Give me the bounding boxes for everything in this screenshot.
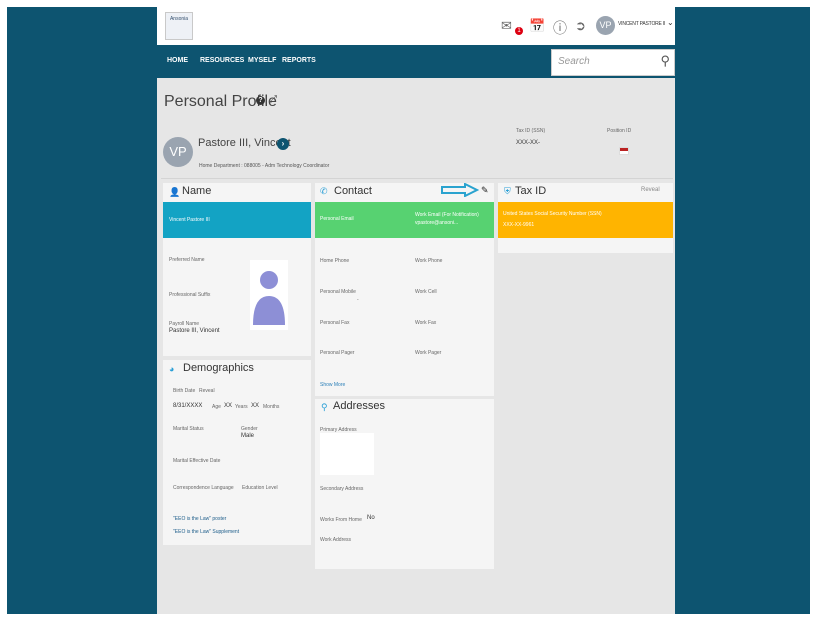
logo-text: Ansonia	[169, 16, 189, 22]
professional-suffix-label: Professional Suffix	[169, 292, 211, 298]
user-name[interactable]: VINCENT PASTORE II	[618, 21, 665, 27]
shield-icon: ⛨	[504, 186, 511, 196]
arrow-annotation-icon	[441, 183, 479, 197]
contact-band: Personal Email Work Email (For Notificat…	[315, 202, 494, 238]
search-input[interactable]: Search	[558, 56, 590, 67]
calendar-icon[interactable]: 📅	[529, 18, 545, 34]
phone-icon: ✆	[320, 186, 328, 196]
nav-resources[interactable]: RESOURCES	[200, 57, 244, 64]
works-from-home-value: No	[367, 515, 375, 521]
personal-email-label: Personal Email	[320, 216, 354, 222]
home-phone-label: Home Phone	[320, 258, 350, 264]
location-pin-icon: ⚲	[321, 402, 328, 412]
payroll-name-label: Payroll Name	[169, 321, 200, 327]
payroll-name-value: Pastore III, Vincent	[169, 328, 220, 334]
birth-date-label: Birth Date	[173, 388, 196, 394]
search-icon[interactable]: ⚲	[660, 53, 670, 69]
help-circle-icon[interactable]: ?	[256, 96, 265, 105]
nav-reports[interactable]: REPORTS	[282, 57, 316, 64]
work-address-label: Work Address	[320, 537, 352, 543]
search-box[interactable]: Search ⚲	[551, 49, 675, 76]
expand-icon[interactable]: ⤢	[269, 94, 277, 105]
flag-icon	[619, 147, 629, 155]
app-window: Ansonia ✉ 1 📅 ⓘ ➲ VP VINCENT PASTORE II …	[157, 7, 675, 614]
work-pager-label: Work Pager	[415, 350, 442, 356]
ssn-value: XXX-XX-9961	[503, 222, 535, 228]
marital-effective-label: Marital Effective Date	[173, 458, 221, 464]
contact-title: Contact	[334, 185, 372, 197]
ssn-label: United States Social Security Number (SS…	[503, 211, 602, 217]
secondary-address-label: Secondary Address	[320, 486, 364, 492]
help-icon[interactable]: ⓘ	[553, 18, 567, 38]
full-name: Vincent Pastore III	[169, 217, 210, 223]
chevron-down-icon[interactable]: ⌄	[667, 18, 674, 27]
position-id-label: Position ID	[607, 128, 632, 134]
age-months-value: XX	[251, 403, 260, 409]
gender-label: Gender	[241, 426, 258, 432]
addresses-card	[315, 399, 494, 569]
person-photo-placeholder	[250, 260, 288, 330]
months-label: Months	[263, 404, 280, 410]
works-from-home-label: Works From Home	[320, 517, 362, 523]
tax-band: United States Social Security Number (SS…	[498, 202, 673, 238]
age-label: Age	[212, 404, 221, 410]
eeo-supplement-link[interactable]: "EEO is the Law" Supplement	[173, 529, 239, 535]
chevron-right-icon[interactable]: ›	[277, 138, 289, 150]
personal-pager-label: Personal Pager	[320, 350, 355, 356]
logout-icon[interactable]: ➲	[575, 18, 586, 34]
work-email-value[interactable]: vpastore@ansoni...	[415, 220, 458, 226]
work-phone-label: Work Phone	[415, 258, 443, 264]
top-bar: Ansonia ✉ 1 📅 ⓘ ➲ VP VINCENT PASTORE II …	[157, 7, 675, 45]
tax-id-title: Tax ID	[515, 185, 547, 197]
home-department: Home Department : 088005 - Adm Technolog…	[199, 163, 330, 169]
profile-avatar: VP	[163, 137, 193, 167]
nav-home[interactable]: HOME	[167, 57, 188, 64]
mail-badge: 1	[515, 27, 523, 35]
user-avatar[interactable]: VP	[596, 16, 615, 35]
header-divider	[161, 178, 673, 179]
personal-mobile-label: Personal Mobile	[320, 289, 356, 295]
correspondence-label: Correspondence Language	[173, 485, 234, 491]
nav-myself[interactable]: MYSELF	[248, 57, 276, 64]
name-section-title: Name	[182, 185, 212, 197]
work-fax-label: Work Fax	[415, 320, 437, 326]
show-more-link[interactable]: Show More	[320, 382, 345, 388]
marital-status-label: Marital Status	[173, 426, 204, 432]
mail-icon[interactable]: ✉	[501, 18, 512, 34]
eeo-poster-link[interactable]: "EEO is the Law" poster	[173, 516, 226, 522]
tax-id-value: XXX-XX-	[516, 140, 541, 146]
preferred-name-label: Preferred Name	[169, 257, 205, 263]
personal-fax-label: Personal Fax	[320, 320, 350, 326]
demographics-title: Demographics	[183, 362, 254, 374]
years-label: Years	[235, 404, 248, 410]
age-years-value: XX	[224, 403, 233, 409]
work-cell-label: Work Cell	[415, 289, 437, 295]
person-icon: 👤	[169, 187, 181, 197]
birth-date-value: 8/31/XXXX	[173, 403, 203, 409]
edit-pencil-icon[interactable]: ✎	[481, 185, 489, 196]
person-silhouette-icon	[253, 271, 285, 325]
tax-reveal-link[interactable]: Reveal	[641, 187, 660, 193]
personal-mobile-value: -	[357, 297, 359, 303]
addresses-title: Addresses	[333, 400, 385, 412]
birth-date-reveal[interactable]: Reveal	[199, 388, 215, 394]
pie-chart-icon: ◕	[169, 364, 175, 374]
gender-value: Male	[241, 433, 255, 439]
primary-address-box	[320, 433, 374, 475]
tax-id-label: Tax ID (SSN)	[516, 128, 546, 134]
main-nav: HOME RESOURCES MYSELF REPORTS Search ⚲	[157, 45, 675, 78]
company-logo[interactable]: Ansonia	[165, 12, 193, 40]
education-label: Education Level	[242, 485, 278, 491]
name-band: Vincent Pastore III	[163, 202, 311, 238]
work-email-label: Work Email (For Notification)	[415, 212, 479, 218]
